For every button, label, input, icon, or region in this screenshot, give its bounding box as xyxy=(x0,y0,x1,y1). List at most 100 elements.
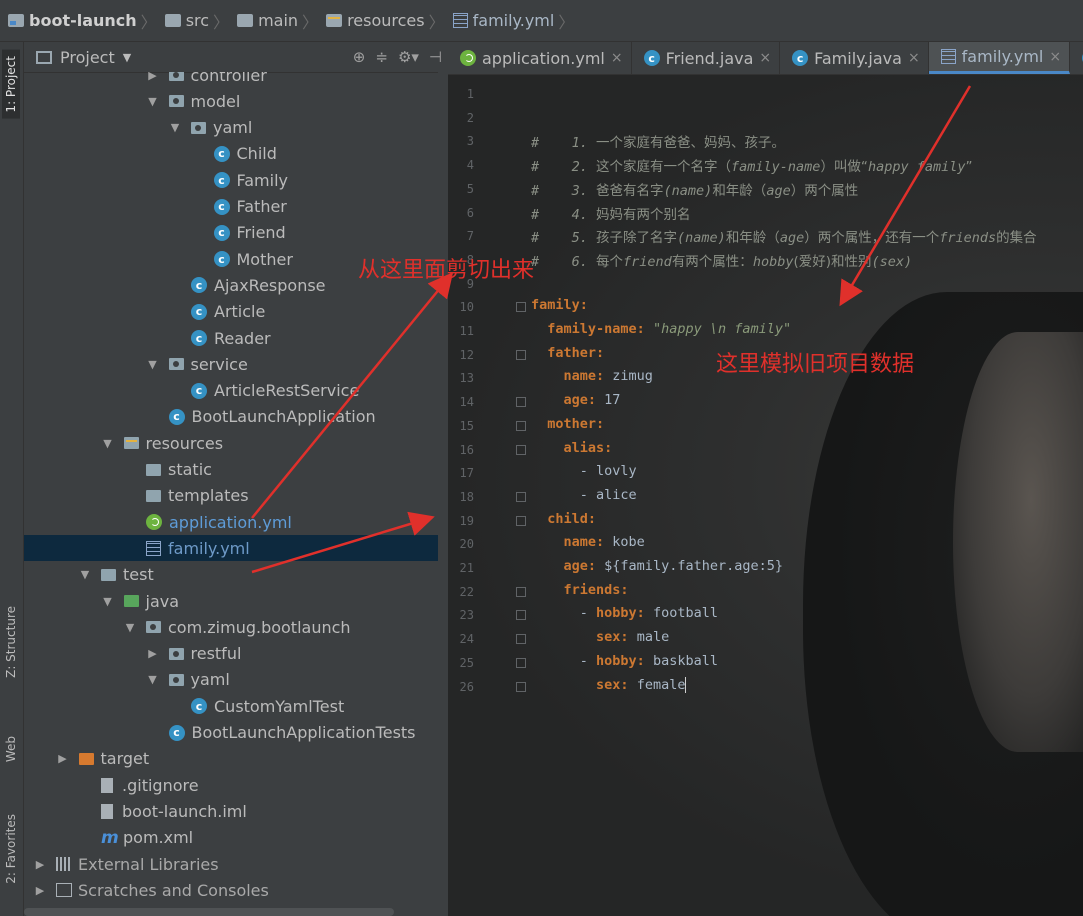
expand-down-icon[interactable]: ▼ xyxy=(147,673,159,686)
collapse-all-icon[interactable]: ≑ xyxy=(375,48,388,66)
expand-down-icon[interactable]: ▼ xyxy=(102,437,114,450)
tree-item[interactable]: ▶cFather xyxy=(24,194,448,220)
code-line[interactable]: # 3. 爸爸有名字(name)和年龄（age）两个属性 xyxy=(531,179,858,199)
panel-splitter[interactable] xyxy=(438,72,448,916)
code-line[interactable]: name: kobe xyxy=(531,534,645,550)
code-line[interactable]: - hobby: football xyxy=(531,605,718,621)
project-panel-title[interactable]: Project xyxy=(60,48,115,67)
expand-down-icon[interactable]: ▼ xyxy=(124,621,136,634)
tree-item[interactable]: ▼ model xyxy=(24,88,448,114)
expand-down-icon[interactable]: ▼ xyxy=(169,121,181,134)
code-line[interactable]: age: 17 xyxy=(531,392,621,408)
locate-icon[interactable]: ⊕ xyxy=(353,48,366,66)
fold-marker-icon[interactable] xyxy=(516,586,526,597)
breadcrumb-item-main[interactable]: main xyxy=(237,11,298,30)
expand-down-icon[interactable]: ▼ xyxy=(102,595,114,608)
tree-item[interactable]: ▶templates xyxy=(24,483,448,509)
code-line[interactable]: # 6. 每个friend有两个属性：hobby(爱好)和性别(sex) xyxy=(531,250,912,270)
tree-item[interactable]: ▶cBootLaunchApplicationTests xyxy=(24,720,448,746)
tree-item[interactable]: ▶cCustomYamlTest xyxy=(24,693,448,719)
horizontal-scrollbar[interactable] xyxy=(24,908,394,916)
tree-item[interactable]: ▶static xyxy=(24,457,448,483)
code-line[interactable]: name: zimug xyxy=(531,368,653,384)
code-line[interactable]: family-name: "happy \n family" xyxy=(531,321,791,337)
code-line[interactable]: # 4. 妈妈有两个别名 xyxy=(531,203,691,223)
tree-item[interactable]: ▼ com.zimug.bootlaunch xyxy=(24,614,448,640)
tree-item[interactable]: ▶cArticleRestService xyxy=(24,378,448,404)
fold-marker-icon[interactable] xyxy=(516,444,526,455)
close-icon[interactable]: × xyxy=(611,50,623,66)
fold-marker-icon[interactable] xyxy=(516,515,526,526)
editor-tab[interactable]: c xyxy=(1070,42,1083,74)
code-line[interactable]: child: xyxy=(531,511,596,527)
code-line[interactable]: age: ${family.father.age:5} xyxy=(531,558,783,574)
expand-right-icon[interactable]: ▶ xyxy=(57,752,69,765)
tool-tab-structure[interactable]: Z: Structure xyxy=(2,602,20,682)
tree-item[interactable]: ▶.gitignore xyxy=(24,772,448,798)
expand-down-icon[interactable]: ▼ xyxy=(147,95,159,108)
fold-marker-icon[interactable] xyxy=(516,681,526,692)
code-line[interactable]: - alice xyxy=(531,487,637,503)
tree-item[interactable]: ▼ java xyxy=(24,588,448,614)
fold-marker-icon[interactable] xyxy=(516,420,526,431)
breadcrumb-item-src[interactable]: src xyxy=(164,11,209,30)
tree-item[interactable]: ▼ yaml xyxy=(24,115,448,141)
tree-item[interactable]: ▼ service xyxy=(24,351,448,377)
close-icon[interactable]: × xyxy=(759,50,771,66)
tree-item[interactable]: ▶cFamily xyxy=(24,167,448,193)
gear-icon[interactable]: ⚙▾ xyxy=(398,48,419,66)
editor-tab[interactable]: c Friend.java × xyxy=(632,42,781,74)
expand-down-icon[interactable]: ▼ xyxy=(79,568,91,581)
tree-item[interactable]: ▶boot-launch.iml xyxy=(24,798,448,824)
code-line[interactable]: father: xyxy=(531,345,604,361)
tool-tab-project[interactable]: 1: Project xyxy=(2,50,20,119)
tree-item[interactable]: ▶cReader xyxy=(24,325,448,351)
tree-item[interactable]: ▶cArticle xyxy=(24,299,448,325)
code-line[interactable]: mother: xyxy=(531,416,604,432)
tree-item[interactable]: ▶ controller xyxy=(24,72,448,88)
expand-right-icon[interactable]: ▶ xyxy=(147,647,159,660)
code-line[interactable]: family: xyxy=(531,297,588,313)
breadcrumb-item-project[interactable]: boot-launch xyxy=(8,11,137,30)
tree-item[interactable]: ▶cChild xyxy=(24,141,448,167)
expand-right-icon[interactable]: ▶ xyxy=(34,884,46,897)
code-line[interactable]: alias: xyxy=(531,440,613,456)
tree-item[interactable]: ▶cBootLaunchApplication xyxy=(24,404,448,430)
tree-item[interactable]: ▶family.yml xyxy=(24,535,448,562)
code-line[interactable]: sex: female xyxy=(531,676,687,693)
fold-marker-icon[interactable] xyxy=(516,491,526,502)
code-line[interactable]: sex: male xyxy=(531,629,669,645)
tree-item[interactable]: ▼ test xyxy=(24,562,448,588)
tree-item[interactable]: ▶ External Libraries xyxy=(24,851,448,877)
code-content[interactable]: # 1. 一个家庭有爸爸、妈妈、孩子。 # 2. 这个家庭有一个名字（family… xyxy=(531,74,1083,916)
tree-item[interactable]: ▶ target xyxy=(24,746,448,772)
tree-item[interactable]: ▼ yaml xyxy=(24,667,448,693)
code-line[interactable]: # 1. 一个家庭有爸爸、妈妈、孩子。 xyxy=(531,131,785,151)
tool-tab-favorites[interactable]: 2: Favorites xyxy=(2,810,20,888)
expand-right-icon[interactable]: ▶ xyxy=(147,72,159,82)
code-line[interactable]: # 2. 这个家庭有一个名字（family-name）叫做“happy fami… xyxy=(531,155,972,175)
expand-down-icon[interactable]: ▼ xyxy=(147,358,159,371)
fold-marker-icon[interactable] xyxy=(516,349,526,360)
tree-item[interactable]: ▼ resources xyxy=(24,430,448,456)
editor-tab[interactable]: c Family.java × xyxy=(780,42,929,74)
code-line[interactable]: # 5. 孩子除了名字(name)和年龄（age）两个属性，还有一个friend… xyxy=(531,226,1037,246)
tree-item[interactable]: ▶ restful xyxy=(24,641,448,667)
tree-item[interactable]: ▶mpom.xml xyxy=(24,825,448,851)
fold-marker-icon[interactable] xyxy=(516,610,526,621)
fold-marker-icon[interactable] xyxy=(516,634,526,645)
code-line[interactable]: - hobby: baskball xyxy=(531,653,718,669)
hide-panel-icon[interactable]: ⊣ xyxy=(429,48,442,66)
close-icon[interactable]: × xyxy=(908,50,920,66)
code-line[interactable]: friends: xyxy=(531,582,629,598)
editor-tab[interactable]: application.yml × xyxy=(448,42,632,74)
tree-item[interactable]: ▶cFriend xyxy=(24,220,448,246)
editor-tab[interactable]: family.yml × xyxy=(928,42,1071,74)
fold-marker-icon[interactable] xyxy=(516,302,526,313)
tree-item[interactable]: ▶ Scratches and Consoles xyxy=(24,877,448,903)
fold-marker-icon[interactable] xyxy=(516,657,526,668)
tool-tab-web[interactable]: Web xyxy=(2,732,20,766)
tree-item[interactable]: ▶application.yml xyxy=(24,509,448,535)
chevron-down-icon[interactable]: ▼ xyxy=(123,51,131,64)
code-line[interactable]: - lovly xyxy=(531,463,637,479)
